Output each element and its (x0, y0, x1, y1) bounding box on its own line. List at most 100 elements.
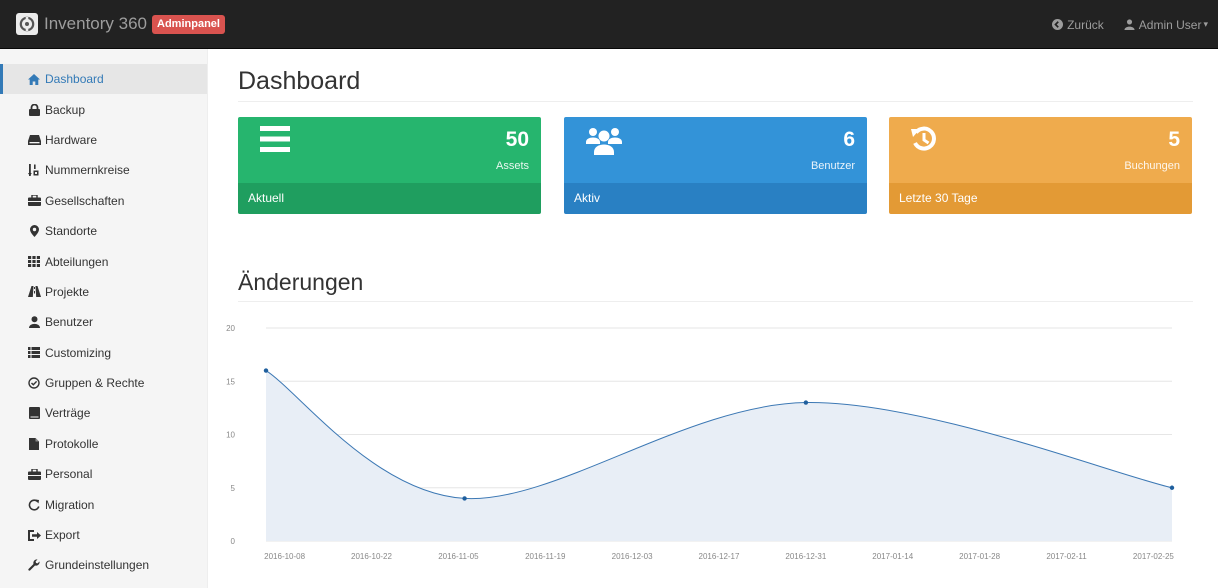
menu-icon (260, 126, 290, 157)
sidebar-item-label: Dashboard (45, 72, 104, 87)
x-tick-label: 2017-01-28 (959, 552, 1000, 561)
sidebar-item-label: Protokolle (45, 436, 99, 451)
sidebar: Dashboard Backup Hardware Nummernkreise … (0, 49, 208, 588)
book-icon (27, 406, 41, 420)
hdd-icon (27, 133, 41, 147)
sidebar-item-hardware[interactable]: Hardware (0, 125, 207, 155)
sidebar-item-gesellschaften[interactable]: Gesellschaften (0, 186, 207, 216)
road-icon (27, 285, 41, 299)
sidebar-item-gruppen-rechte[interactable]: Gruppen & Rechte (0, 368, 207, 398)
sidebar-item-label: Projekte (45, 284, 90, 299)
sidebar-item-export[interactable]: Export (0, 520, 207, 550)
user-label: Admin User (1138, 17, 1202, 32)
th-icon (27, 255, 41, 269)
sidebar-item-label: Grundeinstellungen (45, 558, 150, 573)
sidebar-item-label: Hardware (45, 132, 98, 147)
top-navbar: Inventory 360 Adminpanel Zurück Admin Us… (0, 0, 1218, 49)
caret-down-icon: ▾ (1203, 19, 1208, 29)
sidebar-item-label: Benutzer (45, 315, 94, 330)
check-circle-icon (27, 376, 41, 390)
page-title: Dashboard (238, 67, 1193, 102)
back-link[interactable]: Zurück (1052, 18, 1104, 32)
user-icon (27, 315, 41, 329)
sidebar-item-grundeinstellungen[interactable]: Grundeinstellungen (0, 550, 207, 580)
y-tick-label: 15 (226, 377, 235, 386)
sidebar-item-abteilungen[interactable]: Abteilungen (0, 246, 207, 276)
data-point (803, 400, 809, 405)
sidebar-item-label: Customizing (45, 345, 112, 360)
sidebar-item-label: Personal (45, 467, 93, 482)
file-icon (27, 437, 41, 451)
brand-name: Inventory 360 (44, 14, 148, 33)
data-point (1169, 485, 1175, 490)
sidebar-item-label: Nummernkreise (45, 163, 130, 178)
refresh-icon (27, 498, 41, 512)
users-count: 6 (843, 128, 855, 151)
sidebar-item-dashboard[interactable]: Dashboard (0, 64, 207, 95)
sidebar-item-vertraege[interactable]: Verträge (0, 398, 207, 428)
list-icon (27, 346, 41, 360)
circle-left-icon (1052, 19, 1064, 30)
assets-card[interactable]: 50 Assets Aktuell (238, 117, 541, 214)
changes-chart: 0 5 10 15 20 2016-10-08 2016-10-22 2016-11-05 20… (210, 315, 1210, 585)
lock-icon (27, 103, 41, 117)
changes-chart-svg: 0 5 10 15 20 2016-10-08 2016-10-22 2016-11-05 20… (226, 324, 1175, 561)
x-tick-label: 2016-11-05 (438, 552, 479, 561)
sidebar-item-label: Export (45, 528, 80, 543)
sidebar-item-protokolle[interactable]: Protokolle (0, 429, 207, 459)
sort-numeric-icon (27, 163, 41, 177)
sidebar-item-label: Gruppen & Rechte (45, 376, 145, 391)
x-tick-label: 2016-10-08 (264, 552, 305, 561)
stat-cards: 50 Assets Aktuell 6 Benutzer Aktiv 5 Buc… (238, 117, 1193, 243)
assets-count: 50 (505, 128, 529, 151)
map-marker-icon (27, 224, 41, 238)
x-tick-label: 2016-12-17 (699, 552, 740, 561)
briefcase-icon (27, 194, 41, 208)
x-tick-label: 2016-10-22 (351, 552, 392, 561)
assets-label: Assets (495, 160, 529, 172)
sidebar-item-label: Gesellschaften (45, 193, 125, 208)
export-icon (27, 528, 41, 542)
sidebar-item-personal[interactable]: Personal (0, 459, 207, 489)
sidebar-item-backup[interactable]: Backup (0, 94, 207, 124)
series-area (266, 370, 1172, 541)
sidebar-item-label: Backup (45, 102, 86, 117)
adminpanel-badge: Adminpanel (152, 14, 225, 34)
sidebar-item-label: Standorte (45, 224, 98, 239)
data-point (263, 368, 269, 373)
sidebar-item-label: Abteilungen (45, 254, 109, 269)
back-label: Zurück (1067, 17, 1104, 32)
x-tick-label: 2016-11-19 (525, 552, 566, 561)
history-icon (911, 126, 937, 157)
bookings-card[interactable]: 5 Buchungen Letzte 30 Tage (889, 117, 1192, 214)
x-tick-label: 2016-12-03 (612, 552, 653, 561)
users-footer: Aktiv (564, 183, 867, 214)
y-tick-label: 5 (231, 484, 236, 493)
users-card[interactable]: 6 Benutzer Aktiv (564, 117, 867, 214)
sidebar-item-projekte[interactable]: Projekte (0, 277, 207, 307)
sidebar-item-migration[interactable]: Migration (0, 489, 207, 519)
bookings-footer: Letzte 30 Tage (889, 183, 1192, 214)
users-icon (586, 126, 622, 161)
sidebar-item-label: Migration (45, 497, 95, 512)
user-icon (1124, 19, 1135, 30)
users-label: Benutzer (810, 160, 855, 172)
assets-footer: Aktuell (238, 183, 541, 214)
x-tick-label: 2016-12-31 (785, 552, 826, 561)
sidebar-item-nummernkreise[interactable]: Nummernkreise (0, 155, 207, 185)
wrench-icon (27, 558, 41, 572)
bookings-label: Buchungen (1124, 160, 1180, 172)
sidebar-item-standorte[interactable]: Standorte (0, 216, 207, 246)
x-tick-label: 2017-02-25 (1133, 552, 1174, 561)
data-point (462, 496, 467, 501)
sidebar-item-customizing[interactable]: Customizing (0, 338, 207, 368)
brand-logo-icon (16, 13, 38, 35)
y-tick-label: 0 (231, 537, 236, 546)
brand[interactable]: Inventory 360 Adminpanel (16, 13, 225, 35)
y-tick-label: 20 (226, 324, 235, 333)
x-tick-label: 2017-02-11 (1046, 552, 1087, 561)
sidebar-item-benutzer[interactable]: Benutzer (0, 307, 207, 337)
briefcase-icon (27, 467, 41, 481)
user-menu[interactable]: Admin User ▾ (1124, 18, 1208, 32)
sidebar-item-label: Verträge (45, 406, 91, 421)
